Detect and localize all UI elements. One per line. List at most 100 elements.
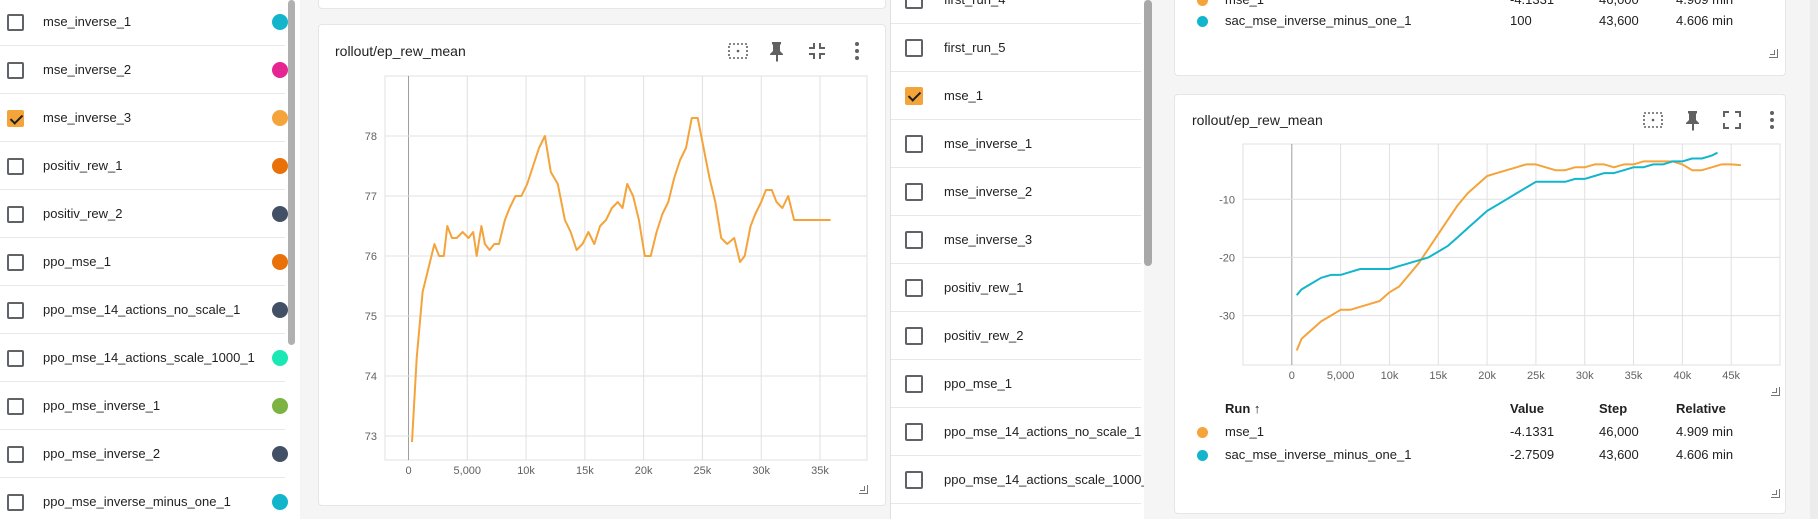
run-list-item[interactable]: ppo_mse_14_actions_no_scale_1 [891,408,1141,456]
x-tick-label: 30k [1576,370,1594,382]
run-checkbox[interactable] [905,423,923,441]
run-list-item[interactable]: ppo_mse_1 [0,238,288,286]
run-list-item[interactable]: mse_inverse_3 [891,216,1141,264]
run-list-item[interactable]: positiv_rew_2 [0,190,288,238]
run-checkbox[interactable] [905,0,923,9]
run-list-item[interactable]: ppo_mse_inverse_1 [0,382,288,430]
run-list-scrollbar[interactable] [288,0,295,345]
run-checkbox[interactable] [7,302,24,319]
run-list-item[interactable]: positiv_rew_2 [891,312,1141,360]
table-cell-step: 43,600 [1599,447,1639,462]
y-tick-label: -10 [1219,194,1235,206]
run-checkbox[interactable] [7,158,24,175]
run-label: mse_1 [944,88,984,103]
line-chart-left[interactable]: 0 5,000 10k 15k 20k 25k 30k 35k 73 74 75 76 77 78 [319,25,887,507]
table-cell-relative: 4.909 min [1676,0,1733,7]
run-list-item[interactable]: ppo_mse_14_actions_scale_1000_ [891,456,1144,504]
run-label: mse_inverse_3 [43,110,132,125]
run-list-item[interactable]: mse_inverse_2 [0,46,288,94]
resize-handle[interactable] [859,485,868,494]
run-checkbox[interactable] [905,87,923,105]
run-checkbox[interactable] [905,39,923,57]
run-list-item[interactable]: mse_inverse_1 [0,0,288,46]
table-header-value: Value [1510,401,1544,416]
run-checkbox[interactable] [905,327,923,345]
run-checkbox[interactable] [7,350,24,367]
y-tick-label: 73 [365,431,377,443]
run-list-item[interactable]: positiv_rew_1 [0,142,288,190]
table-cell-run: sac_mse_inverse_minus_one_1 [1225,13,1412,28]
chart-card-left: rollout/ep_rew_mean 0 5,000 10k 15k 20k 25k 30… [318,24,886,506]
x-tick-label: 35k [1625,370,1643,382]
run-label: first_run_5 [944,40,1006,55]
series-color-dot [1197,0,1208,6]
run-color-swatch[interactable] [272,350,288,366]
run-label: ppo_mse_1 [43,254,111,269]
data-table-card-top: mse_1 -4.1331 46,000 4.909 min sac_mse_inver… [1174,0,1786,76]
resize-handle[interactable] [1769,49,1778,58]
run-checkbox[interactable] [905,375,923,393]
run-checkbox[interactable] [7,62,24,79]
run-list-item[interactable]: ppo_mse_1 [891,360,1141,408]
run-list-item[interactable]: first_run_5 [891,24,1141,72]
x-tick-label: 0 [1289,370,1295,382]
table-header-run[interactable]: Run ↑ [1225,401,1260,416]
run-color-swatch[interactable] [272,206,288,222]
chart-card-right: rollout/ep_rew_mean 0 5,000 10k 15k 20k 25k 30… [1174,94,1786,514]
resize-handle[interactable] [1771,387,1780,396]
run-list-item[interactable]: ppo_mse_inverse_minus_one_1 [0,478,288,519]
table-cell-value: -4.1331 [1510,424,1555,439]
run-checkbox[interactable] [7,398,24,415]
run-checkbox[interactable] [7,110,24,127]
y-tick-label: 77 [365,191,377,203]
table-cell-value: -4.1331 [1510,0,1554,7]
run-checkbox[interactable] [905,471,923,489]
run-list-item[interactable]: mse_inverse_2 [891,168,1141,216]
run-list-scrollbar-2[interactable] [1144,0,1152,266]
table-cell-value: -2.7509 [1510,447,1555,462]
run-list-item[interactable]: ppo_mse_inverse_2 [0,430,288,478]
run-checkbox[interactable] [7,206,24,223]
table-cell-step: 46,000 [1599,424,1639,439]
run-color-swatch[interactable] [272,446,288,462]
table-cell-relative: 4.909 min [1676,424,1734,439]
run-checkbox[interactable] [7,494,24,511]
run-list-item[interactable]: ppo_mse_14_actions_no_scale_1 [0,286,288,334]
run-label: ppo_mse_14_actions_scale_1000_1 [43,350,255,365]
run-list-item[interactable]: mse_inverse_3 [0,94,288,142]
line-chart-right[interactable]: 0 5,000 10k 15k 20k 25k 30k 35k 40k 45k -10 -20 -30 [1175,95,1787,395]
run-checkbox[interactable] [905,279,923,297]
run-color-swatch[interactable] [272,398,288,414]
run-list-item[interactable]: ppo_mse_14_actions_scale_1000_1 [0,334,288,382]
run-label: ppo_mse_1 [944,376,1012,391]
plot-area [1242,143,1781,366]
run-color-swatch[interactable] [272,302,288,318]
run-checkbox[interactable] [905,135,923,153]
x-tick-label: 0 [405,465,411,477]
x-tick-label: 20k [1478,370,1496,382]
run-checkbox[interactable] [7,254,24,271]
run-checkbox[interactable] [905,183,923,201]
run-color-swatch[interactable] [272,14,288,30]
run-label: positiv_rew_2 [944,328,1024,343]
run-checkbox[interactable] [7,446,24,463]
x-tick-label: 10k [517,465,535,477]
table-cell-relative: 4.606 min [1676,13,1734,28]
run-list-item[interactable]: mse_inverse_1 [891,120,1141,168]
run-color-swatch[interactable] [272,158,288,174]
x-tick-label: 5,000 [454,465,482,477]
run-list-item[interactable]: first_run_4 [891,0,1141,24]
run-color-swatch[interactable] [272,62,288,78]
run-color-swatch[interactable] [272,494,288,510]
run-list-item[interactable]: positiv_rew_1 [891,264,1141,312]
run-list-item[interactable]: mse_1 [891,72,1141,120]
page-scrollbar-track[interactable] [1810,0,1818,519]
run-color-swatch[interactable] [272,254,288,270]
y-tick-label: 74 [365,371,377,383]
run-color-swatch[interactable] [272,110,288,126]
run-checkbox[interactable] [905,231,923,249]
series-color-dot [1197,16,1208,27]
resize-handle[interactable] [1771,489,1780,498]
run-label: ppo_mse_inverse_1 [43,398,161,413]
run-checkbox[interactable] [7,14,24,31]
